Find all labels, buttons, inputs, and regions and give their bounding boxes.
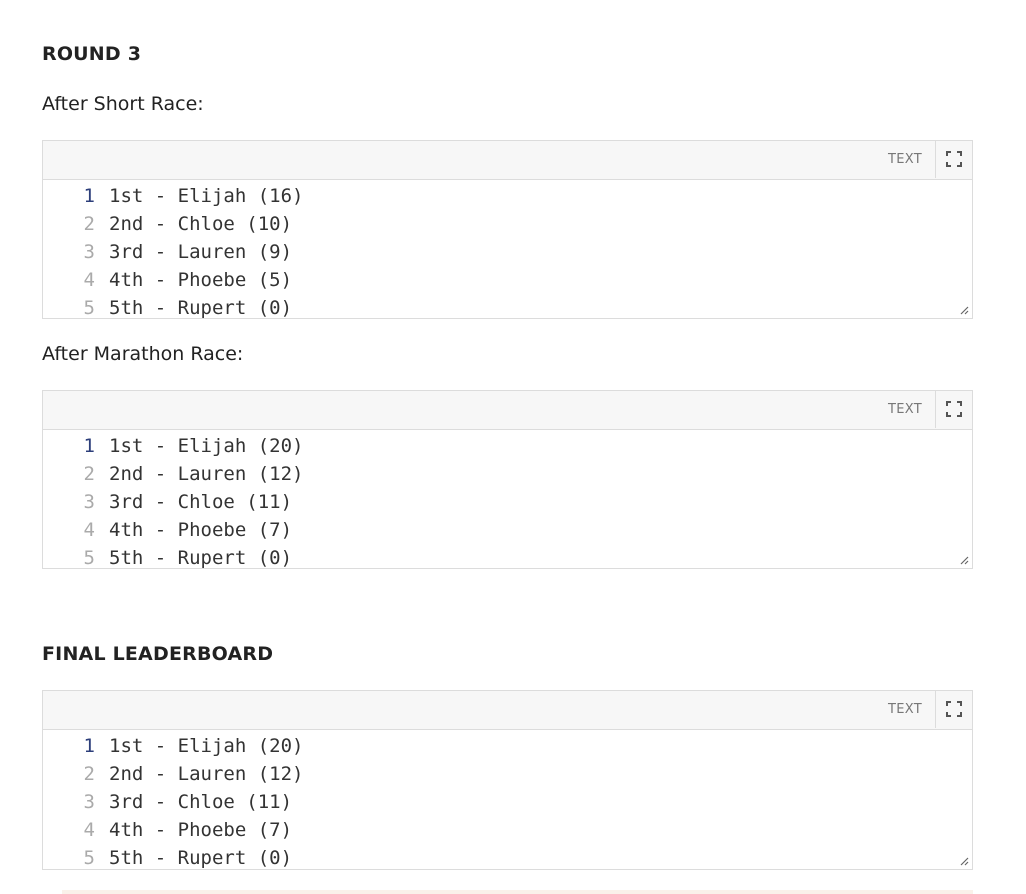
- code-line: 1 1st - Elijah (20): [43, 732, 972, 760]
- code-block-short-race: TEXT 1 1st - Elijah (16) 2 2nd - Chloe (10…: [42, 140, 973, 319]
- code-line: 2 2nd - Lauren (12): [43, 760, 972, 788]
- expand-button[interactable]: [935, 391, 972, 428]
- short-race-label: After Short Race:: [42, 93, 204, 115]
- line-text: 5th - Rupert (0): [109, 297, 293, 319]
- line-number: 5: [83, 297, 95, 319]
- line-text: 1st - Elijah (20): [109, 735, 304, 757]
- line-number: 1: [83, 435, 95, 457]
- resize-grip-icon[interactable]: [959, 555, 969, 565]
- line-number: 2: [83, 213, 95, 235]
- code-line: 2 2nd - Lauren (12): [43, 460, 972, 488]
- line-text: 3rd - Chloe (11): [109, 791, 293, 813]
- line-number: 3: [83, 491, 95, 513]
- expand-icon: [946, 151, 962, 167]
- line-number: 2: [83, 463, 95, 485]
- line-text: 4th - Phoebe (5): [109, 269, 293, 291]
- code-lines[interactable]: 1 1st - Elijah (16) 2 2nd - Chloe (10) 3 3r…: [43, 180, 972, 322]
- code-line: 2 2nd - Chloe (10): [43, 210, 972, 238]
- code-block-final-leaderboard: TEXT 1 1st - Elijah (20) 2 2nd - Lauren (1…: [42, 690, 973, 870]
- line-number: 4: [83, 269, 95, 291]
- line-number: 5: [83, 847, 95, 869]
- round-heading: ROUND 3: [42, 43, 142, 65]
- line-text: 5th - Rupert (0): [109, 847, 293, 869]
- code-lines[interactable]: 1 1st - Elijah (20) 2 2nd - Lauren (12) 33…: [43, 430, 972, 572]
- code-block-toolbar: TEXT: [43, 691, 972, 730]
- code-line: 1 1st - Elijah (20): [43, 432, 972, 460]
- expand-button[interactable]: [935, 691, 972, 728]
- line-number: 4: [83, 519, 95, 541]
- code-block-marathon-race: TEXT 1 1st - Elijah (20) 2 2nd - Lauren (1…: [42, 390, 973, 569]
- code-line: 4 4th - Phoebe (7): [43, 516, 972, 544]
- line-text: 3rd - Chloe (11): [109, 491, 293, 513]
- line-number: 1: [83, 185, 95, 207]
- code-block-toolbar: TEXT: [43, 141, 972, 180]
- line-text: 1st - Elijah (16): [109, 185, 304, 207]
- line-number: 3: [83, 241, 95, 263]
- language-label: TEXT: [888, 702, 922, 717]
- line-number: 1: [83, 735, 95, 757]
- code-line: 5 5th - Rupert (0): [43, 844, 972, 872]
- code-line: 3 3rd - Chloe (11): [43, 488, 972, 516]
- line-text: 4th - Phoebe (7): [109, 819, 293, 841]
- code-line: 5 5th - Rupert (0): [43, 294, 972, 322]
- expand-icon: [946, 401, 962, 417]
- language-label: TEXT: [888, 402, 922, 417]
- expand-button[interactable]: [935, 141, 972, 178]
- language-label: TEXT: [888, 152, 922, 167]
- expand-icon: [946, 701, 962, 717]
- line-number: 4: [83, 819, 95, 841]
- line-text: 4th - Phoebe (7): [109, 519, 293, 541]
- code-line: 3 3rd - Lauren (9): [43, 238, 972, 266]
- line-text: 3rd - Lauren (9): [109, 241, 293, 263]
- line-text: 2nd - Lauren (12): [109, 463, 304, 485]
- line-text: 1st - Elijah (20): [109, 435, 304, 457]
- resize-grip-icon[interactable]: [959, 305, 969, 315]
- final-leaderboard-heading: FINAL LEADERBOARD: [42, 643, 274, 665]
- line-number: 3: [83, 791, 95, 813]
- resize-grip-icon[interactable]: [959, 856, 969, 866]
- code-line: 4 4th - Phoebe (7): [43, 816, 972, 844]
- code-lines[interactable]: 1 1st - Elijah (20) 2 2nd - Lauren (12) 33…: [43, 730, 972, 872]
- line-text: 2nd - Chloe (10): [109, 213, 293, 235]
- next-section-edge: [62, 890, 973, 894]
- marathon-race-label: After Marathon Race:: [42, 343, 244, 365]
- code-block-toolbar: TEXT: [43, 391, 972, 430]
- code-line: 4 4th - Phoebe (5): [43, 266, 972, 294]
- line-number: 2: [83, 763, 95, 785]
- code-line: 5 5th - Rupert (0): [43, 544, 972, 572]
- code-line: 3 3rd - Chloe (11): [43, 788, 972, 816]
- line-number: 5: [83, 547, 95, 569]
- code-line: 1 1st - Elijah (16): [43, 182, 972, 210]
- line-text: 2nd - Lauren (12): [109, 763, 304, 785]
- line-text: 5th - Rupert (0): [109, 547, 293, 569]
